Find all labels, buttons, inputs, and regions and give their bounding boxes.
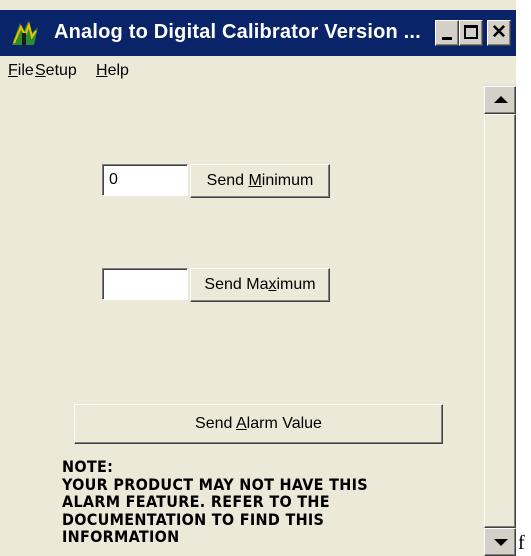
maximize-icon — [464, 25, 478, 39]
menu-setup-label: etup — [45, 62, 77, 79]
note-line: YOUR PRODUCT MAY NOT HAVE THIS — [62, 474, 368, 494]
app-icon — [12, 21, 38, 45]
menu-file-label: ile — [17, 62, 34, 79]
window-title: Analog to Digital Calibrator Version ... — [54, 21, 421, 43]
send-minimum-label-start: Send — [206, 172, 249, 189]
scroll-down-button[interactable] — [484, 528, 516, 556]
send-minimum-mnemonic: M — [248, 172, 262, 189]
title-bar[interactable]: Analog to Digital Calibrator Version ...… — [0, 10, 516, 56]
send-maximum-label-start: Send Ma — [204, 276, 269, 293]
scroll-up-button[interactable] — [484, 86, 516, 114]
send-minimum-button[interactable]: Send Minimum — [190, 164, 330, 198]
arrow-up-icon — [494, 96, 508, 103]
close-icon: ✕ — [491, 22, 507, 43]
arrow-down-icon — [494, 539, 508, 546]
note-line: INFORMATION — [62, 527, 180, 546]
menu-bar: File Setup Help — [0, 58, 516, 84]
menu-setup-mnemonic: S — [35, 62, 46, 79]
alarm-note: NOTE: YOUR PRODUCT MAY NOT HAVE THIS ALA… — [62, 458, 442, 546]
stray-text: f — [518, 532, 525, 554]
send-minimum-label-end: inimum — [261, 172, 314, 189]
send-alarm-value-button[interactable]: Send Alarm Value — [74, 404, 443, 444]
menu-help-mnemonic: H — [96, 62, 108, 79]
send-alarm-label-end: larm Value — [246, 415, 322, 432]
maximum-input[interactable] — [102, 268, 188, 300]
scroll-thumb[interactable] — [484, 114, 516, 528]
note-line: DOCUMENTATION TO FIND THIS — [62, 509, 325, 529]
menu-file-mnemonic: F — [8, 62, 18, 79]
client-area: Send Minimum Send Maximum Send Alarm Val… — [0, 84, 516, 556]
send-alarm-mnemonic: A — [235, 415, 247, 432]
menu-help[interactable]: Help — [96, 62, 129, 80]
menu-file[interactable]: File — [8, 62, 34, 80]
note-line: ALARM FEATURE. REFER TO THE — [62, 492, 330, 511]
minimize-button[interactable] — [435, 20, 459, 46]
vertical-scrollbar[interactable] — [484, 84, 516, 556]
note-line: NOTE: — [62, 457, 114, 476]
minimum-input[interactable] — [102, 164, 188, 196]
minimize-icon — [442, 37, 452, 40]
maximize-button[interactable] — [459, 20, 483, 46]
app-window: Analog to Digital Calibrator Version ...… — [0, 0, 516, 556]
menu-help-label: elp — [107, 62, 129, 79]
send-maximum-label-end: imum — [276, 276, 316, 293]
send-alarm-label-start: Send — [195, 415, 236, 432]
menu-setup[interactable]: Setup — [35, 62, 77, 80]
send-maximum-button[interactable]: Send Maximum — [190, 268, 330, 302]
close-button[interactable]: ✕ — [487, 20, 511, 46]
